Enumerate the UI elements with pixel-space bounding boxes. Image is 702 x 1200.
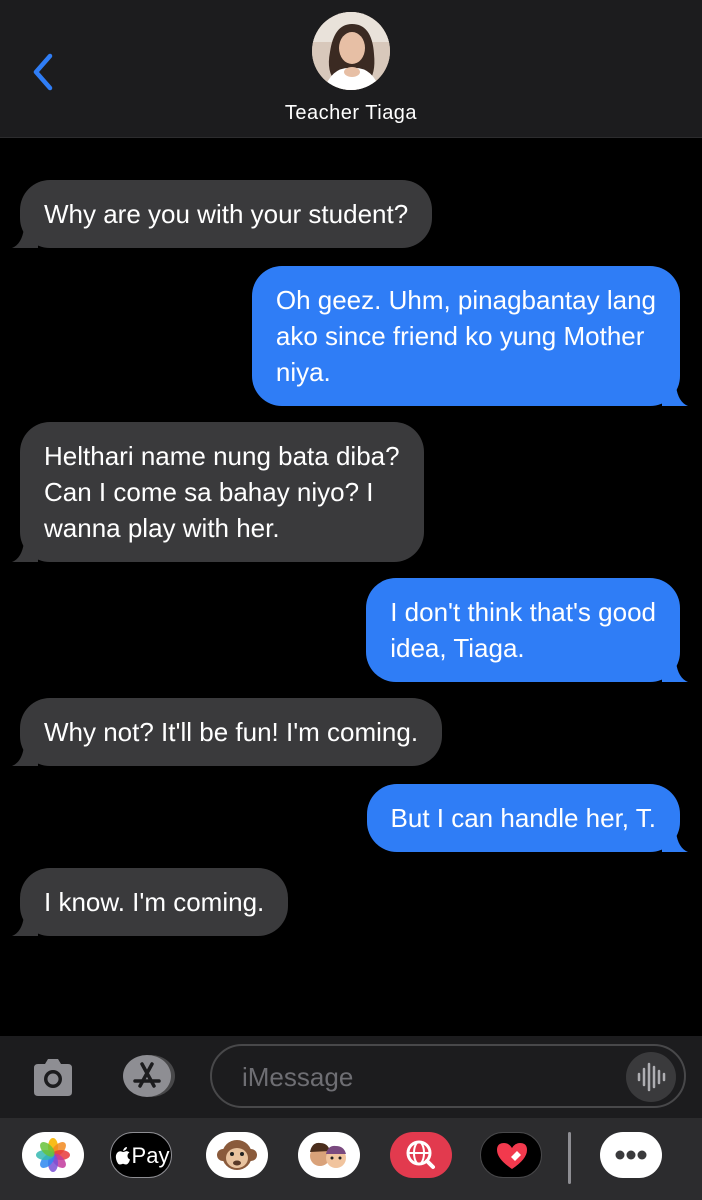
message-text: Why not? It'll be fun! I'm coming. [44, 717, 419, 747]
drawer-divider [568, 1132, 571, 1184]
ellipsis-icon [615, 1150, 647, 1160]
message-text: I know. I'm coming. [44, 887, 265, 917]
imessage-input[interactable]: iMessage [210, 1044, 686, 1108]
contact-photo [312, 12, 390, 90]
message-thread: Why are you with your student? Oh geez. … [0, 138, 702, 1036]
contact-name[interactable]: Teacher Tiaga [0, 102, 702, 125]
back-button[interactable] [26, 50, 66, 94]
avatar[interactable] [312, 12, 390, 90]
app-store-button[interactable] [118, 1052, 178, 1100]
bubble-tail [662, 662, 688, 682]
imessage-placeholder: iMessage [242, 1062, 354, 1092]
apple-pay-label: Pay [131, 1143, 170, 1168]
audio-waveform-icon [637, 1062, 666, 1092]
message-line: Helthari name nung bata diba? [44, 441, 400, 471]
more-apps-button[interactable] [600, 1132, 662, 1178]
image-search-app-button[interactable] [390, 1132, 452, 1178]
outgoing-message-bubble[interactable]: But I can handle her, T. [366, 784, 688, 852]
message-line: niya. [275, 357, 331, 387]
incoming-message-bubble[interactable]: Why not? It'll be fun! I'm coming. [12, 698, 443, 766]
message-line: wanna play with her. [44, 513, 280, 543]
app-drawer: Pay [0, 1118, 702, 1200]
outgoing-message-bubble[interactable]: Oh geez. Uhm, pinagbantay lang ako since… [251, 266, 688, 406]
memoji-app-button[interactable] [298, 1132, 360, 1178]
globe-search-icon [406, 1140, 435, 1169]
message-composer: iMessage [0, 1036, 702, 1118]
outgoing-message-bubble[interactable]: I don't think that's good idea, Tiaga. [366, 578, 688, 682]
memoji-icon [310, 1142, 346, 1168]
message-line: I don't think that's good [390, 597, 656, 627]
bubble-tail [12, 916, 38, 936]
apple-pay-button[interactable]: Pay [110, 1132, 172, 1178]
conversation-header: Teacher Tiaga [0, 0, 702, 138]
message-line: Oh geez. Uhm, pinagbantay lang [275, 285, 656, 315]
apple-logo-icon [115, 1147, 130, 1165]
chevron-left-icon [33, 53, 53, 91]
bubble-tail [662, 386, 688, 406]
message-line: idea, Tiaga. [390, 633, 525, 663]
incoming-message-bubble[interactable]: Helthari name nung bata diba? Can I come… [12, 422, 424, 562]
audio-message-button[interactable] [626, 1052, 676, 1102]
message-text: But I can handle her, T. [390, 803, 656, 833]
photos-icon [36, 1138, 70, 1172]
animoji-app-button[interactable] [206, 1132, 268, 1178]
message-line: ako since friend ko yung Mother [275, 321, 645, 351]
camera-button[interactable] [30, 1054, 76, 1100]
message-line: Can I come sa bahay niyo? I [44, 477, 374, 507]
bubble-tail [12, 542, 38, 562]
bubble-tail [12, 228, 38, 248]
incoming-message-bubble[interactable]: Why are you with your student? [12, 180, 433, 248]
message-text: Why are you with your student? [44, 199, 409, 229]
app-store-icon [123, 1055, 175, 1097]
camera-icon [34, 1059, 72, 1096]
monkey-animoji-icon [217, 1140, 257, 1170]
bubble-tail [12, 746, 38, 766]
heart-touch-icon [497, 1143, 527, 1169]
photos-app-button[interactable] [22, 1132, 84, 1178]
digital-touch-app-button[interactable] [480, 1132, 542, 1178]
incoming-message-bubble[interactable]: I know. I'm coming. [12, 868, 289, 936]
bubble-tail [662, 832, 688, 852]
